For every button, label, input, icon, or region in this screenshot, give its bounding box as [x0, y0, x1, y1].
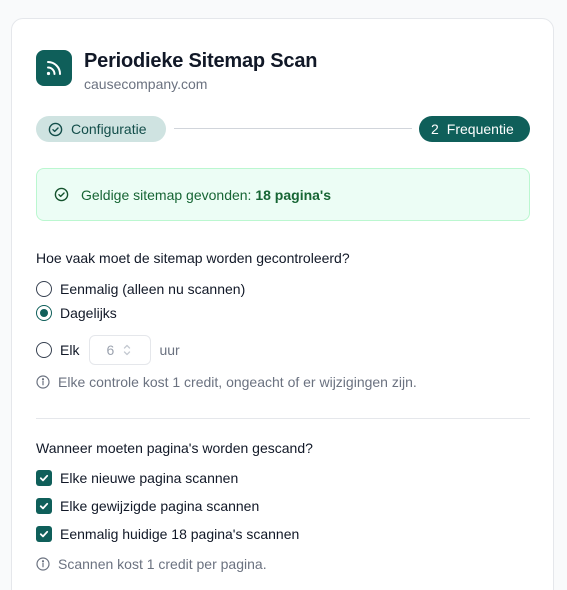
info-icon	[36, 375, 50, 389]
step-label: Configuratie	[71, 121, 147, 137]
frequency-question: Hoe vaak moet de sitemap worden gecontro…	[36, 250, 350, 266]
radio-option-eenmalig[interactable]: Eenmalig (alleen nu scannen)	[36, 279, 245, 299]
checkbox-option-current-pages[interactable]: Eenmalig huidige 18 pagina's scannen	[36, 524, 299, 544]
interval-stepper[interactable]: 6	[89, 335, 152, 365]
step-label: Frequentie	[446, 121, 514, 137]
step-connector	[174, 128, 412, 129]
checkbox-option-changed-pages[interactable]: Elke gewijzigde pagina scannen	[36, 496, 259, 516]
radio-button[interactable]	[36, 305, 52, 321]
checkbox[interactable]	[36, 470, 52, 486]
radio-option-elk[interactable]: Elk 6 uur	[36, 335, 180, 365]
radio-label: Elk	[60, 342, 80, 358]
pages-hint: Scannen kost 1 credit per pagina.	[36, 556, 267, 572]
checkbox[interactable]	[36, 498, 52, 514]
stepper-arrows-icon[interactable]	[122, 342, 132, 358]
alert-text: Geldige sitemap gevonden: 18 pagina's	[81, 186, 332, 203]
sitemap-found-alert: Geldige sitemap gevonden: 18 pagina's	[36, 168, 530, 221]
checkbox-label: Elke nieuwe pagina scannen	[60, 470, 239, 486]
section-divider	[36, 418, 530, 419]
checkbox-label: Elke gewijzigde pagina scannen	[60, 498, 260, 514]
step-configuratie[interactable]: Configuratie	[36, 116, 166, 142]
check-circle-icon	[54, 187, 69, 202]
info-icon	[36, 557, 50, 571]
checkbox-option-new-pages[interactable]: Elke nieuwe pagina scannen	[36, 468, 238, 488]
step-number: 2	[431, 121, 439, 137]
page-title: Periodieke Sitemap Scan	[84, 50, 318, 72]
page-count: 18 pagina's	[255, 186, 332, 203]
rss-icon	[36, 50, 72, 86]
checkbox-label: Eenmalig huidige 18 pagina's scannen	[60, 526, 300, 542]
checkbox[interactable]	[36, 526, 52, 542]
interval-value: 6	[106, 342, 115, 358]
step-frequentie[interactable]: 2 Frequentie	[419, 116, 530, 142]
radio-label: Eenmalig (alleen nu scannen)	[60, 281, 246, 297]
frequency-hint: Elke controle kost 1 credit, ongeacht of…	[36, 374, 417, 390]
pages-question: Wanneer moeten pagina's worden gescand?	[36, 440, 313, 456]
card-header: Periodieke Sitemap Scan causecompany.com	[36, 49, 317, 93]
radio-option-dagelijks[interactable]: Dagelijks	[36, 303, 117, 323]
check-circle-icon	[48, 122, 63, 137]
site-domain: causecompany.com	[84, 76, 208, 92]
sitemap-scan-card: Periodieke Sitemap Scan causecompany.com…	[11, 18, 554, 590]
radio-button[interactable]	[36, 342, 52, 358]
radio-button[interactable]	[36, 281, 52, 297]
radio-label: Dagelijks	[60, 305, 117, 321]
interval-unit: uur	[159, 342, 180, 358]
wizard-stepper: Configuratie 2 Frequentie	[36, 116, 530, 142]
